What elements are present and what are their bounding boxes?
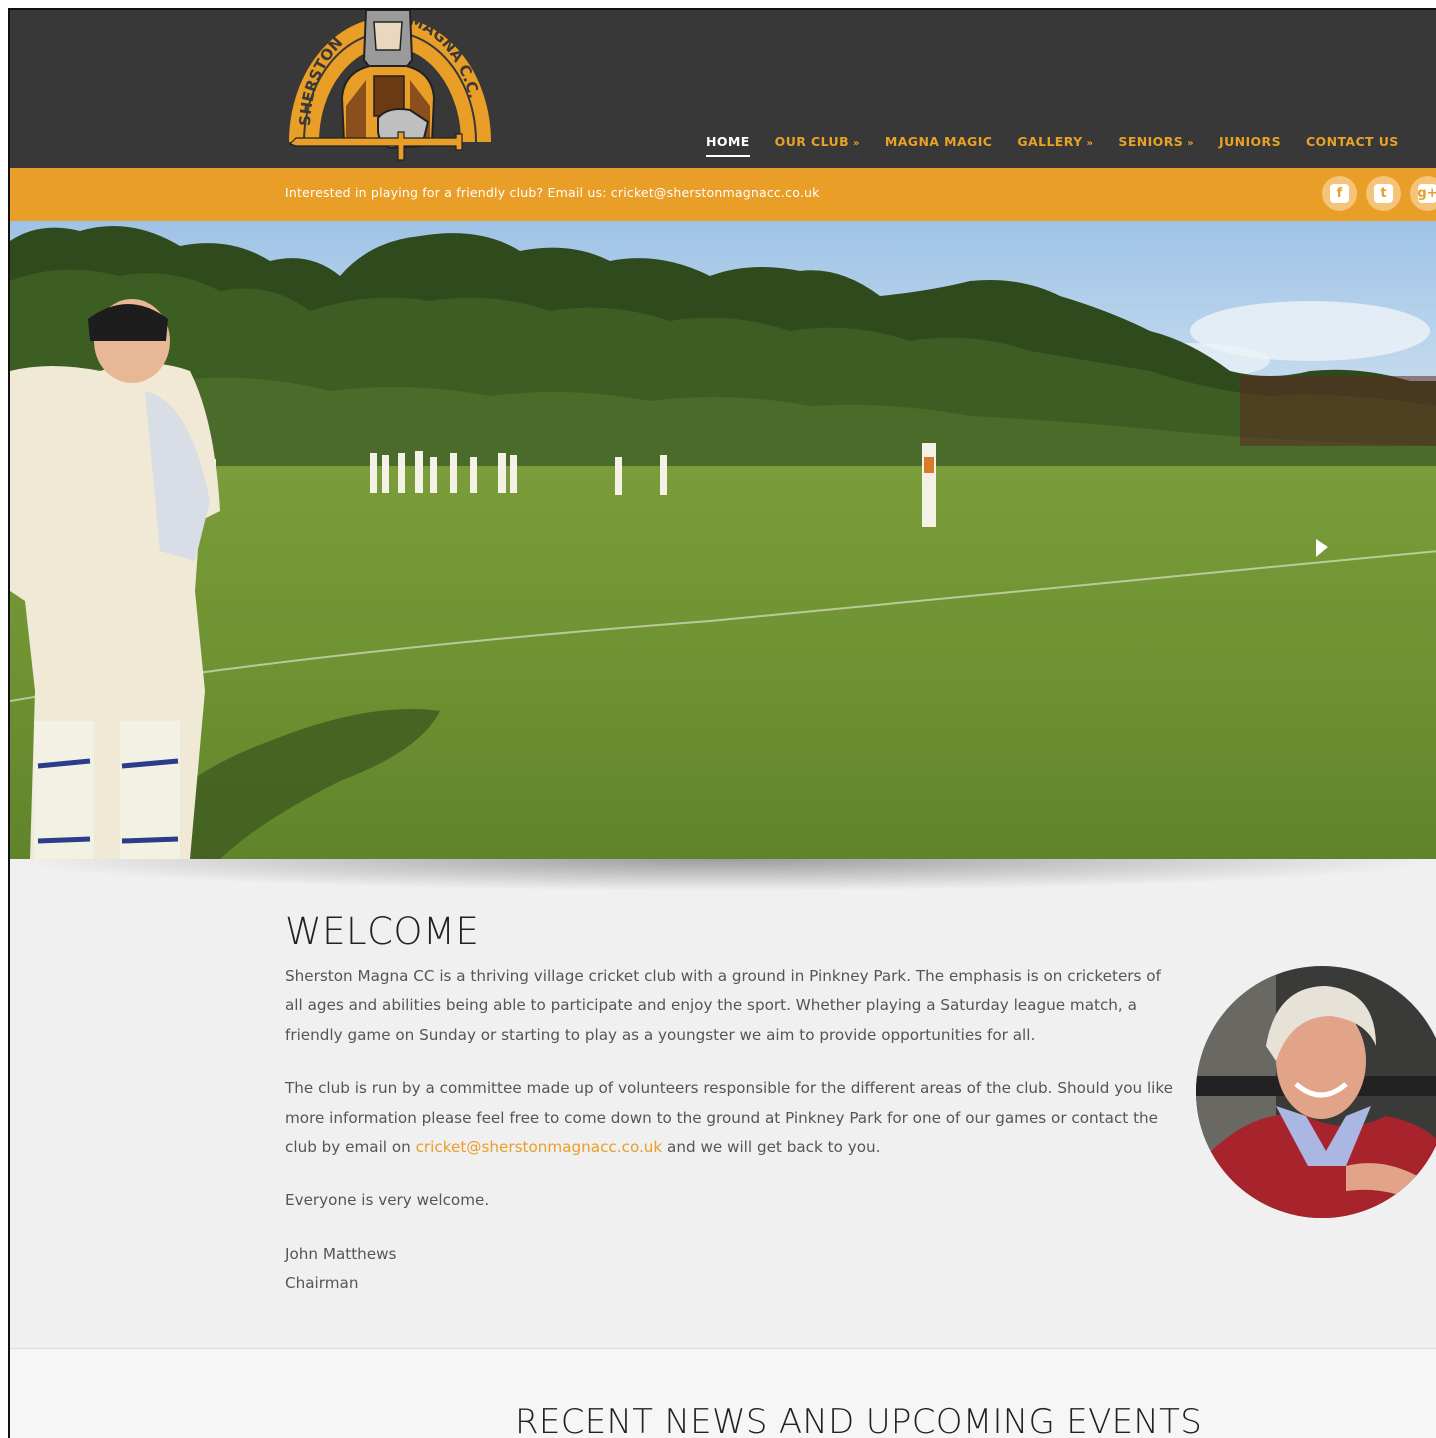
signature: John Matthews Chairman <box>285 1240 1175 1299</box>
welcome-paragraph-2-tail: and we will get back to you. <box>662 1138 881 1157</box>
chevron-down-icon: » <box>853 138 860 149</box>
main-nav: HOME OUR CLUB» MAGNA MAGIC GALLERY» SENI… <box>706 134 1424 164</box>
facebook-icon: f <box>1330 184 1349 203</box>
welcome-paragraph-3: Everyone is very welcome. <box>285 1191 490 1210</box>
welcome-body: Sherston Magna CC is a thriving village … <box>285 962 1175 1299</box>
welcome-paragraph-1: Sherston Magna CC is a thriving village … <box>285 967 1161 1044</box>
twitter-link[interactable]: t <box>1366 176 1401 211</box>
google-plus-icon: g+ <box>1417 184 1436 203</box>
nav-item-juniors[interactable]: JUNIORS <box>1219 134 1281 155</box>
signature-role: Chairman <box>285 1274 359 1293</box>
nav-item-gallery[interactable]: GALLERY» <box>1017 134 1093 155</box>
page-frame: SHERSTON MAGNA C.C. HOME OUR CLUB » MAGN… <box>8 8 1436 1438</box>
info-bar: Interested in playing for a friendly clu… <box>10 168 1436 221</box>
news-section-title: RECENT NEWS AND UPCOMING EVENTS <box>515 1402 1203 1438</box>
chevron-down-icon: » <box>1187 138 1195 149</box>
hero-shadow <box>10 859 1436 891</box>
site-header: SHERSTON MAGNA C.C. HOME OUR CLUB » MAGN… <box>10 10 1436 168</box>
google-plus-link[interactable]: g+ <box>1410 176 1436 211</box>
nav-item-magna-magic[interactable]: MAGNA MAGIC <box>885 134 992 155</box>
club-email-link[interactable]: cricket@sherstonmagnacc.co.uk <box>416 1138 663 1156</box>
welcome-paragraph-2: The club is run by a committee made up o… <box>285 1074 1175 1162</box>
nav-item-seniors[interactable]: SENIORS» <box>1118 134 1194 155</box>
nav-item-contact-us[interactable]: CONTACT US <box>1306 134 1399 155</box>
hero-image <box>10 221 1436 859</box>
club-logo[interactable]: SHERSTON MAGNA C.C. <box>286 10 492 168</box>
chevron-down-icon: » <box>1086 138 1094 149</box>
nav-item-home[interactable]: HOME <box>706 134 750 157</box>
signature-name: John Matthews <box>285 1244 397 1263</box>
info-bar-text: Interested in playing for a friendly clu… <box>285 185 820 200</box>
facebook-link[interactable]: f <box>1322 176 1357 211</box>
nav-item-our-club[interactable]: OUR CLUB» <box>775 134 860 155</box>
welcome-title: WELCOME <box>285 910 480 953</box>
twitter-icon: t <box>1374 184 1393 203</box>
chairman-portrait <box>1196 966 1436 1218</box>
